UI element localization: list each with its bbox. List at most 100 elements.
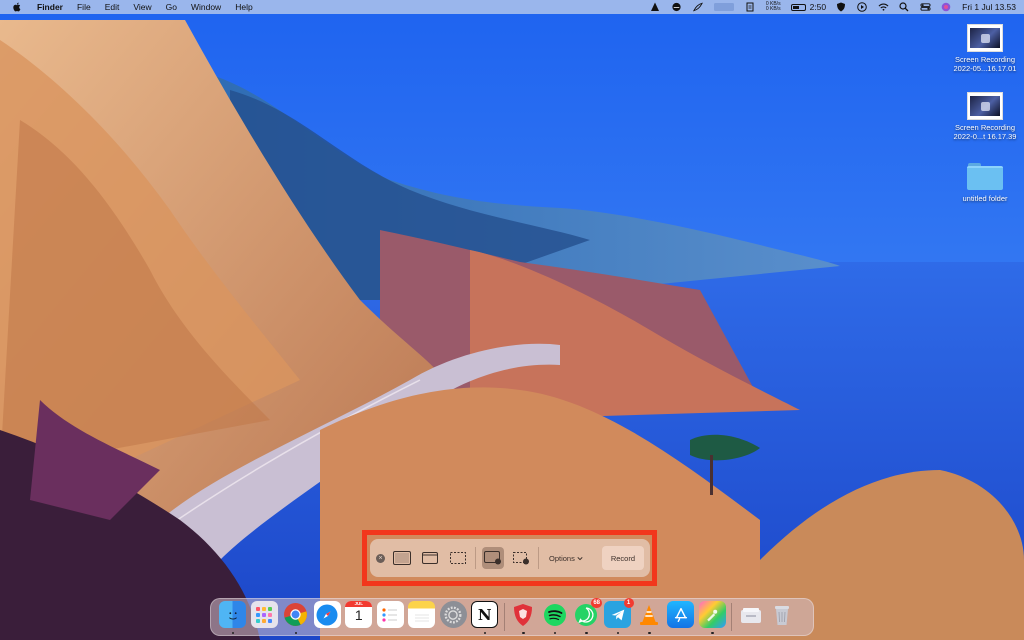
dock: JUL 1 N 68 1	[210, 598, 814, 636]
brave-shield-icon	[510, 601, 537, 628]
running-indicator	[711, 631, 714, 634]
selection-icon	[450, 552, 466, 564]
dock-chrome[interactable]	[280, 598, 312, 636]
capture-entire-screen-button[interactable]	[391, 547, 413, 569]
network-speed: 0 KB/s 0 KB/s	[765, 1, 781, 13]
battery-icon	[790, 3, 806, 11]
finder-icon	[219, 601, 247, 628]
reminders-icon	[376, 601, 404, 628]
spotify-icon	[541, 601, 568, 628]
running-indicator	[483, 631, 486, 634]
app-name-menu[interactable]: Finder	[37, 2, 63, 12]
running-indicator	[294, 631, 297, 634]
record-screen-icon	[484, 551, 501, 565]
capture-window-button[interactable]	[419, 547, 441, 569]
play-icon[interactable]	[857, 2, 868, 12]
running-indicator	[616, 631, 619, 634]
record-selection-icon	[513, 552, 529, 565]
dock-color-picker[interactable]	[697, 598, 729, 636]
clipboard-icon[interactable]	[745, 2, 756, 12]
app-store-icon	[667, 601, 695, 628]
network-download: 0 KB/s	[765, 6, 781, 12]
notion-icon: N	[471, 601, 499, 628]
dock-telegram[interactable]: 1	[602, 598, 634, 636]
screenshot-toolbar: × Options Record	[370, 539, 650, 577]
chrome-icon	[282, 601, 309, 628]
search-icon[interactable]	[899, 2, 910, 12]
notes-icon	[408, 601, 436, 628]
dock-vlc[interactable]	[634, 598, 666, 636]
window-icon	[422, 552, 438, 564]
dock-system-preferences[interactable]	[438, 598, 470, 636]
record-button[interactable]: Record	[601, 546, 644, 570]
desktop-item-subname: 2022-0...t 16.17.39	[953, 132, 1017, 141]
siri-icon[interactable]	[941, 2, 952, 12]
running-indicator	[553, 631, 556, 634]
desktop-item-recording-2[interactable]: Screen Recording 2022-0...t 16.17.39	[945, 92, 1024, 141]
menu-file[interactable]: File	[77, 2, 91, 12]
control-center-icon[interactable]	[920, 2, 931, 12]
wifi-icon[interactable]	[878, 2, 889, 12]
dock-app-store[interactable]	[665, 598, 697, 636]
menubar-clock[interactable]: Fri 1 Jul 13.53	[962, 2, 1016, 12]
video-thumbnail-icon	[967, 92, 1003, 120]
menu-window[interactable]: Window	[191, 2, 221, 12]
running-indicator	[585, 631, 588, 634]
menu-edit[interactable]: Edit	[105, 2, 120, 12]
dock-finder[interactable]	[217, 598, 249, 636]
running-indicator	[231, 631, 234, 634]
battery-status[interactable]: 2:50	[790, 2, 827, 12]
menu-go[interactable]: Go	[166, 2, 177, 12]
dock-notion[interactable]: N	[469, 598, 501, 636]
desktop-item-name: untitled folder	[962, 194, 1008, 203]
vlc-menubar-icon[interactable]	[650, 2, 661, 12]
running-indicator	[522, 631, 525, 634]
trash-icon	[769, 601, 796, 628]
running-indicator	[648, 631, 651, 634]
input-source-icon[interactable]	[713, 2, 735, 12]
notification-badge: 68	[591, 598, 602, 608]
dock-reminders[interactable]	[375, 598, 407, 636]
dock-safari[interactable]	[312, 598, 344, 636]
notification-badge: 1	[623, 598, 634, 608]
dock-divider	[731, 603, 732, 631]
dock-spotify[interactable]	[539, 598, 571, 636]
cloud-sync-icon[interactable]	[671, 2, 682, 12]
dock-brave[interactable]	[508, 598, 540, 636]
menu-bar: Finder File Edit View Go Window Help 0 K…	[0, 0, 1024, 14]
record-selection-button[interactable]	[510, 547, 532, 569]
dock-launchpad[interactable]	[249, 598, 281, 636]
desktop-item-name: Screen Recording	[954, 55, 1016, 64]
shield-icon[interactable]	[836, 2, 847, 12]
downloads-stack-icon	[737, 601, 764, 628]
calendar-icon: JUL 1	[345, 601, 373, 628]
menu-help[interactable]: Help	[235, 2, 252, 12]
gear-icon	[439, 601, 467, 628]
desktop-item-folder[interactable]: untitled folder	[945, 162, 1024, 203]
battery-time: 2:50	[809, 2, 827, 12]
toolbar-divider	[538, 547, 539, 569]
dock-downloads[interactable]	[735, 598, 767, 636]
dock-trash[interactable]	[767, 598, 799, 636]
folder-icon	[967, 162, 1003, 190]
desktop-item-subname: 2022-05...16.17.01	[953, 64, 1017, 73]
options-menu-button[interactable]: Options	[545, 547, 587, 569]
toolbar-divider	[475, 547, 476, 569]
apple-menu-icon[interactable]	[12, 2, 21, 12]
dock-whatsapp[interactable]: 68	[571, 598, 602, 636]
chevron-down-icon	[577, 556, 583, 560]
close-icon[interactable]: ×	[376, 553, 385, 563]
dock-calendar[interactable]: JUL 1	[343, 598, 375, 636]
options-label: Options	[549, 553, 575, 563]
capture-selection-button[interactable]	[447, 547, 469, 569]
safari-icon	[313, 601, 341, 628]
calendar-day: 1	[354, 607, 363, 623]
record-entire-screen-button[interactable]	[482, 547, 504, 569]
dock-divider	[503, 603, 505, 631]
color-wheel-icon	[698, 601, 726, 628]
desktop-item-recording-1[interactable]: Screen Recording 2022-05...16.17.01	[945, 24, 1024, 73]
feather-icon[interactable]	[692, 2, 703, 12]
desktop-item-name: Screen Recording	[954, 123, 1016, 132]
menu-view[interactable]: View	[133, 2, 151, 12]
dock-notes[interactable]	[406, 598, 438, 636]
